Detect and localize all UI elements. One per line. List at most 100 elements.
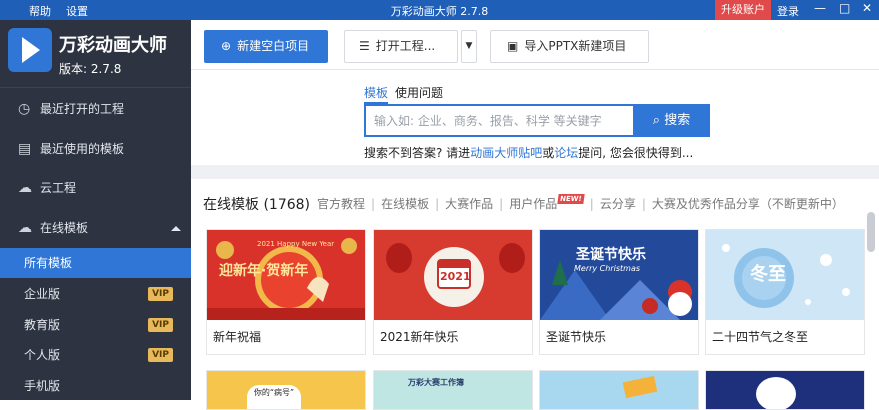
sidebar-item-online-templates[interactable]: ☁ 在线模板 (0, 208, 191, 248)
template-card-label: 2021新年快乐 (380, 330, 459, 344)
app-logo (8, 28, 52, 72)
filter-official-tutorials[interactable]: 官方教程 (317, 197, 365, 211)
template-card-label: 新年祝福 (213, 330, 262, 344)
tab-questions[interactable]: 使用问题 (395, 84, 443, 101)
search-icon: ⌕ (652, 113, 661, 128)
template-thumbnail: 迎新年·贺新年 2021 Happy New Year (207, 230, 365, 320)
sidebar-subitem-mobile[interactable]: 手机版 (0, 371, 191, 401)
tab-templates[interactable]: 模板 (364, 84, 389, 104)
layers-icon: ☰ (359, 39, 370, 53)
template-icon: ▤ (18, 141, 32, 157)
search-hint-suffix: 提问, 您会很快得到... (578, 146, 694, 160)
filter-separator: | (499, 197, 504, 211)
vip-badge: VIP (148, 318, 173, 332)
sidebar-subitem-label: 手机版 (24, 379, 61, 393)
thumb-title: 2021 (440, 270, 471, 283)
sidebar-item-recent-projects[interactable]: ◷ 最近打开的工程 (0, 89, 191, 129)
template-card[interactable] (539, 370, 699, 410)
search-button[interactable]: ⌕ 搜索 (633, 104, 710, 137)
sidebar-subitem-label: 个人版 (24, 348, 61, 362)
import-pptx-button[interactable]: ▣ 导入PPTX新建项目 (490, 30, 649, 63)
template-card[interactable]: 迎新年·贺新年 2021 Happy New Year 新年祝福 (206, 229, 366, 355)
filter-contest-works[interactable]: 大赛作品 (445, 197, 493, 211)
filter-online-templates[interactable]: 在线模板 (381, 197, 429, 211)
sidebar-subitem-education[interactable]: 教育版 VIP (0, 310, 191, 340)
thumb-sign (622, 375, 658, 399)
templates-panel: 在线模板 (1768) 官方教程 | 在线模板 | 大赛作品 | 用户作品 NEW! | 云分享 |… (191, 179, 879, 410)
template-thumbnail: 圣诞节快乐 Merry Christmas (540, 230, 698, 320)
template-card[interactable]: 圣诞节快乐 Merry Christmas 圣诞节快乐 (539, 229, 699, 355)
filter-separator: | (435, 197, 440, 211)
chevron-up-icon (171, 226, 181, 231)
filter-separator: | (371, 197, 376, 211)
app-name: 万彩动画大师 (59, 35, 167, 56)
thumb-title: 冬至 (750, 264, 786, 285)
templates-scrollbar[interactable] (867, 212, 875, 252)
filter-separator: | (641, 197, 646, 211)
open-project-dropdown[interactable]: ▼ (461, 30, 477, 63)
search-hint-or: 或 (542, 146, 555, 160)
section-divider (191, 165, 879, 179)
sidebar-item-recent-templates[interactable]: ▤ 最近使用的模板 (0, 129, 191, 169)
sidebar-subitem-enterprise[interactable]: 企业版 VIP (0, 279, 191, 309)
clock-icon: ◷ (18, 101, 31, 117)
cloud-icon: ☁ (18, 220, 32, 236)
app-version: 版本: 2.7.8 (59, 62, 122, 76)
chevron-down-icon: ▼ (465, 41, 473, 51)
search-hint-prefix: 搜索不到答案? 请进 (364, 146, 471, 160)
thumb-title: 你的“病号” (247, 385, 301, 409)
plus-circle-icon: ⊕ (221, 39, 232, 53)
sidebar-subitem-all-templates[interactable]: 所有模板 (0, 248, 191, 278)
minimize-icon[interactable]: — (814, 1, 826, 15)
vip-badge: VIP (148, 348, 173, 362)
template-card[interactable] (705, 370, 865, 410)
template-card-label: 二十四节气之冬至 (712, 330, 809, 344)
templates-title: 在线模板 (1768) (203, 197, 311, 213)
new-badge: NEW! (557, 194, 585, 204)
open-project-button[interactable]: ☰ 打开工程... (344, 30, 458, 63)
new-blank-project-label: 新建空白项目 (237, 39, 310, 53)
thumb-subtitle: Merry Christmas (574, 264, 641, 273)
filter-separator: | (589, 197, 594, 211)
template-card[interactable]: 2021 2021新年快乐 (373, 229, 533, 355)
template-card[interactable]: 万彩大赛工作簿 (373, 370, 533, 410)
import-pptx-label: 导入PPTX新建项目 (524, 39, 627, 53)
search-area: 模板 使用问题 ⌕ 搜索 搜索不到答案? 请进动画大师贴吧或论坛提问, 您会很快… (191, 71, 879, 165)
new-blank-project-button[interactable]: ⊕ 新建空白项目 (204, 30, 328, 63)
template-card-label: 圣诞节快乐 (546, 330, 607, 344)
toolbar: ⊕ 新建空白项目 ☰ 打开工程... ▼ ▣ 导入PPTX新建项目 (191, 20, 879, 70)
filter-contest-share[interactable]: 大赛及优秀作品分享（不断更新中） (652, 197, 844, 211)
presentation-icon: ▣ (507, 39, 519, 53)
template-card[interactable]: 你的“病号” (206, 370, 366, 410)
sidebar-subitem-personal[interactable]: 个人版 VIP (0, 340, 191, 370)
thumb-shape (756, 377, 796, 409)
upgrade-account-button[interactable]: 升级账户 (715, 0, 771, 20)
thumb-subtitle: 2021 Happy New Year (257, 240, 335, 248)
template-card[interactable]: 冬至 二十四节气之冬至 (705, 229, 865, 355)
vip-badge: VIP (148, 287, 173, 301)
forum-link[interactable]: 论坛 (554, 146, 578, 160)
sidebar-item-label: 在线模板 (40, 221, 89, 235)
filter-cloud-share[interactable]: 云分享 (600, 197, 636, 211)
sidebar-subitem-label: 教育版 (24, 318, 61, 332)
sidebar-item-label: 最近打开的工程 (40, 102, 125, 116)
template-thumbnail: 2021 (374, 230, 532, 320)
open-project-label: 打开工程... (375, 39, 436, 53)
sidebar-item-label: 云工程 (40, 181, 77, 195)
maximize-icon[interactable]: □ (839, 1, 850, 15)
sidebar-item-cloud-projects[interactable]: ☁ 云工程 (0, 168, 191, 208)
search-button-label: 搜索 (664, 113, 691, 128)
search-hint: 搜索不到答案? 请进动画大师贴吧或论坛提问, 您会很快得到... (364, 144, 693, 161)
login-button[interactable]: 登录 (777, 3, 799, 19)
cloud-icon: ☁ (18, 180, 32, 196)
sidebar: 万彩动画大师 版本: 2.7.8 ◷ 最近打开的工程 ▤ 最近使用的模板 ☁ 云… (0, 20, 191, 400)
search-input[interactable] (364, 104, 633, 137)
tieba-link[interactable]: 动画大师贴吧 (470, 146, 542, 160)
sidebar-subitem-label: 企业版 (24, 287, 61, 301)
thumb-title: 万彩大赛工作簿 (408, 378, 464, 387)
thumb-title: 圣诞节快乐 (576, 247, 646, 263)
title-bar: 帮助 设置 万彩动画大师 2.7.8 升级账户 登录 — □ ✕ (0, 0, 879, 20)
template-thumbnail: 冬至 (706, 230, 864, 320)
close-icon[interactable]: ✕ (862, 1, 872, 15)
filter-user-works[interactable]: 用户作品 (509, 197, 557, 211)
